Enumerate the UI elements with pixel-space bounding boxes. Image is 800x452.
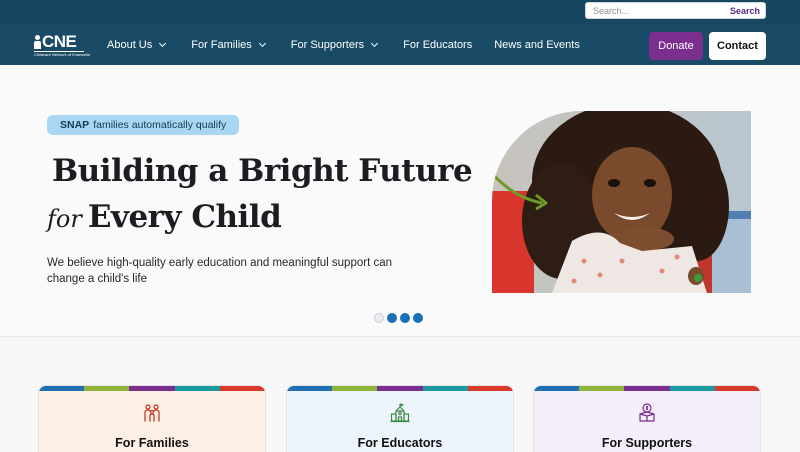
carousel-dot-1[interactable]: [374, 313, 384, 323]
badge-bold-text: SNAP: [60, 119, 90, 131]
main-nav: CNE Childcare Network of Evansville Abou…: [0, 25, 800, 65]
hero-lede: We believe high-quality early education …: [47, 257, 393, 285]
chevron-down-icon: [258, 39, 266, 48]
school-icon: [390, 403, 410, 423]
carousel-dot-3[interactable]: [400, 313, 410, 323]
hero-section: SNAP families automatically qualify Build…: [0, 65, 800, 337]
carousel-dot-2[interactable]: [387, 313, 397, 323]
nav-item-for-supporters[interactable]: For Supporters: [290, 39, 379, 51]
card-color-stripe: [287, 386, 513, 391]
hero-photo: [492, 111, 751, 293]
search-button[interactable]: Search: [725, 6, 765, 16]
contact-button[interactable]: Contact: [709, 32, 766, 60]
site-logo[interactable]: CNE Childcare Network of Evansville: [34, 32, 91, 58]
search-input[interactable]: [586, 3, 725, 18]
card-title: For Supporters: [601, 436, 693, 450]
chevron-down-icon: [159, 39, 167, 48]
snap-badge[interactable]: SNAP families automatically qualify: [47, 115, 240, 135]
donate-button[interactable]: Donate: [649, 32, 703, 60]
nav-item-label: About Us: [107, 39, 153, 51]
search-box: Search: [585, 2, 766, 19]
nav-item-label: For Families: [191, 39, 252, 51]
nav-item-about-us[interactable]: About Us: [107, 39, 167, 51]
nav-item-label: For Supporters: [290, 39, 365, 51]
hero-title-for: for: [47, 205, 82, 233]
carousel-dots: [374, 313, 426, 323]
hero-title-line-1: Building a Bright Future: [52, 153, 473, 189]
child-photo-image: [492, 111, 751, 293]
card-title: For Educators: [357, 436, 443, 450]
badge-text: families automatically qualify: [93, 119, 227, 131]
card-for-families[interactable]: For Families: [38, 385, 266, 452]
logo-figure-icon: [34, 35, 41, 49]
card-title: For Families: [115, 436, 189, 450]
donation-box-icon: [639, 403, 655, 422]
nav-item-for-families[interactable]: For Families: [191, 39, 266, 51]
chevron-down-icon: [371, 39, 379, 48]
nav-item-label: News and Events: [494, 39, 580, 51]
hero-title-line-2: for Every Child: [47, 199, 282, 235]
nav-item-for-educators[interactable]: For Educators: [403, 39, 472, 51]
hero-title-every-child: Every Child: [87, 199, 282, 235]
card-color-stripe: [534, 386, 760, 391]
family-icon: [144, 404, 160, 422]
utility-bar: Search: [0, 0, 800, 25]
logo-text: CNE: [42, 32, 77, 51]
carousel-dot-4[interactable]: [413, 313, 423, 323]
nav-menu: About Us For Families For Supporters For…: [107, 25, 602, 65]
card-for-supporters[interactable]: For Supporters: [533, 385, 761, 452]
card-color-stripe: [39, 386, 265, 391]
nav-item-label: For Educators: [403, 39, 473, 51]
logo-tagline: Childcare Network of Evansville: [34, 51, 91, 57]
nav-item-news-and-events[interactable]: News and Events: [494, 39, 580, 51]
card-for-educators[interactable]: For Educators: [286, 385, 514, 452]
